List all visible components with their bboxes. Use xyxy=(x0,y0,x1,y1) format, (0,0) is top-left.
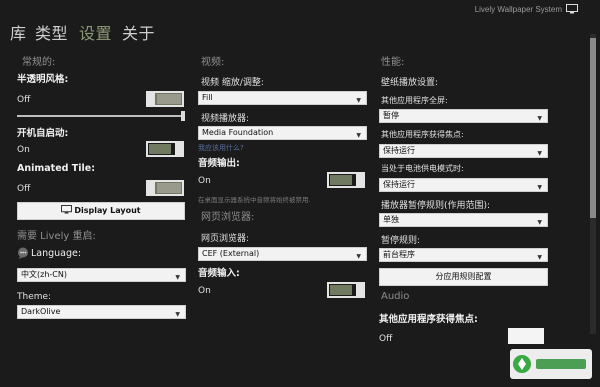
language-label: Language: xyxy=(31,248,82,259)
scaling-select[interactable]: Fill ▼ xyxy=(198,91,367,105)
per-app-rules-button[interactable]: 分应用规则配置 xyxy=(379,268,548,286)
browser-header: 网页浏览器: xyxy=(201,212,255,223)
audio-input-label: 音频输入: xyxy=(198,268,240,279)
theme-select[interactable]: DarkOlive ▼ xyxy=(17,305,186,319)
web-browser-label: 网页浏览器: xyxy=(201,234,250,244)
display-layout-button[interactable]: Display Layout xyxy=(17,202,185,220)
transparency-label: 半透明风格: xyxy=(17,74,69,85)
vertical-scrollbar[interactable] xyxy=(590,34,596,334)
pause-rule-label: 播放器暂停规则(作用范围): xyxy=(381,201,491,211)
chevron-down-icon: ▼ xyxy=(537,150,542,157)
chevron-down-icon: ▼ xyxy=(537,254,542,261)
tab-about[interactable]: 关于 xyxy=(122,20,155,44)
restart-header: 需要 Lively 重启: xyxy=(17,231,96,242)
chevron-down-icon: ▼ xyxy=(175,311,180,318)
battery-value: 保持运行 xyxy=(383,180,415,189)
app-title: Lively Wallpaper System xyxy=(474,5,562,14)
audio-output-toggle[interactable] xyxy=(327,172,365,188)
wallpaper-playback-label: 壁纸播放设置: xyxy=(381,78,439,88)
chevron-down-icon: ▼ xyxy=(537,219,542,226)
watermark-logo xyxy=(510,349,592,379)
display-layout-label: Display Layout xyxy=(74,206,141,215)
logo-icon xyxy=(513,355,586,373)
chevron-down-icon: ▼ xyxy=(356,97,361,104)
performance-header: 性能: xyxy=(381,57,405,68)
web-browser-select[interactable]: CEF (External) ▼ xyxy=(198,247,367,261)
player-select[interactable]: Media Foundation ▼ xyxy=(198,126,367,140)
chevron-down-icon: ▼ xyxy=(537,115,542,122)
animated-tile-toggle[interactable] xyxy=(146,180,184,196)
scaling-value: Fill xyxy=(202,93,213,102)
which-to-use-link[interactable]: 我应该用什么? xyxy=(198,143,244,153)
audio-input-state: On xyxy=(198,286,211,296)
monitor-icon xyxy=(61,205,73,214)
theme-value: DarkOlive xyxy=(21,307,61,316)
audio-focus-label: 其他应用程序获得焦点: xyxy=(379,314,478,325)
pause-algo-value: 前台程序 xyxy=(383,250,415,259)
fullscreen-label: 其他应用程序全屏: xyxy=(381,96,448,105)
audio-header: Audio xyxy=(381,291,410,302)
theme-label: Theme: xyxy=(17,292,52,302)
battery-select[interactable]: 保持运行 ▼ xyxy=(379,178,548,192)
slider-track[interactable] xyxy=(17,115,185,117)
slider-thumb[interactable] xyxy=(181,111,185,121)
audio-focus-state: Off xyxy=(379,334,393,344)
startup-label: 开机自启动: xyxy=(17,128,69,139)
focus-select[interactable]: 保持运行 ▼ xyxy=(379,144,548,158)
audio-output-state: On xyxy=(198,176,211,186)
language-icon xyxy=(18,247,28,259)
scrollbar-thumb[interactable] xyxy=(590,38,596,218)
battery-label: 当处于电池供电模式时: xyxy=(381,164,464,173)
tab-type[interactable]: 类型 xyxy=(35,20,68,44)
transparency-state: Off xyxy=(17,95,31,105)
chevron-down-icon: ▼ xyxy=(175,274,180,281)
audio-output-note: 在桌面显示器系统中音频将始终被禁用. xyxy=(198,196,311,204)
monitor-icon[interactable] xyxy=(566,4,578,14)
general-header: 常规的: xyxy=(22,57,56,68)
player-value: Media Foundation xyxy=(202,128,274,137)
web-browser-value: CEF (External) xyxy=(202,249,260,258)
animated-tile-state: Off xyxy=(17,184,31,194)
focus-value: 保持运行 xyxy=(383,146,415,155)
transparency-toggle[interactable] xyxy=(146,91,184,107)
tab-settings[interactable]: 设置 xyxy=(79,20,112,44)
audio-input-toggle[interactable] xyxy=(327,282,365,298)
language-select[interactable]: 中文(zh-CN) ▼ xyxy=(17,268,186,282)
audio-output-label: 音频输出: xyxy=(198,158,240,169)
scaling-label: 视频 缩放/调整: xyxy=(201,78,264,88)
startup-state: On xyxy=(17,145,30,155)
fullscreen-select[interactable]: 暂停 ▼ xyxy=(379,109,548,123)
pause-algo-select[interactable]: 前台程序 ▼ xyxy=(379,248,548,262)
pause-algo-label: 暂停规则: xyxy=(381,236,421,246)
player-label: 视频播放器: xyxy=(201,114,250,124)
language-value: 中文(zh-CN) xyxy=(21,270,67,279)
pause-rule-value: 单独 xyxy=(383,215,399,224)
startup-toggle[interactable] xyxy=(146,141,184,157)
tab-library[interactable]: 库 xyxy=(10,20,27,44)
fullscreen-value: 暂停 xyxy=(383,111,399,120)
audio-focus-toggle[interactable] xyxy=(508,328,544,344)
focus-label: 其他应用程序获得焦点: xyxy=(381,130,464,139)
chevron-down-icon: ▼ xyxy=(537,184,542,191)
pause-rule-select[interactable]: 单独 ▼ xyxy=(379,213,548,227)
video-header: 视频: xyxy=(201,57,225,68)
chevron-down-icon: ▼ xyxy=(356,132,361,139)
animated-tile-label: Animated Tile: xyxy=(17,163,96,174)
chevron-down-icon: ▼ xyxy=(356,253,361,260)
